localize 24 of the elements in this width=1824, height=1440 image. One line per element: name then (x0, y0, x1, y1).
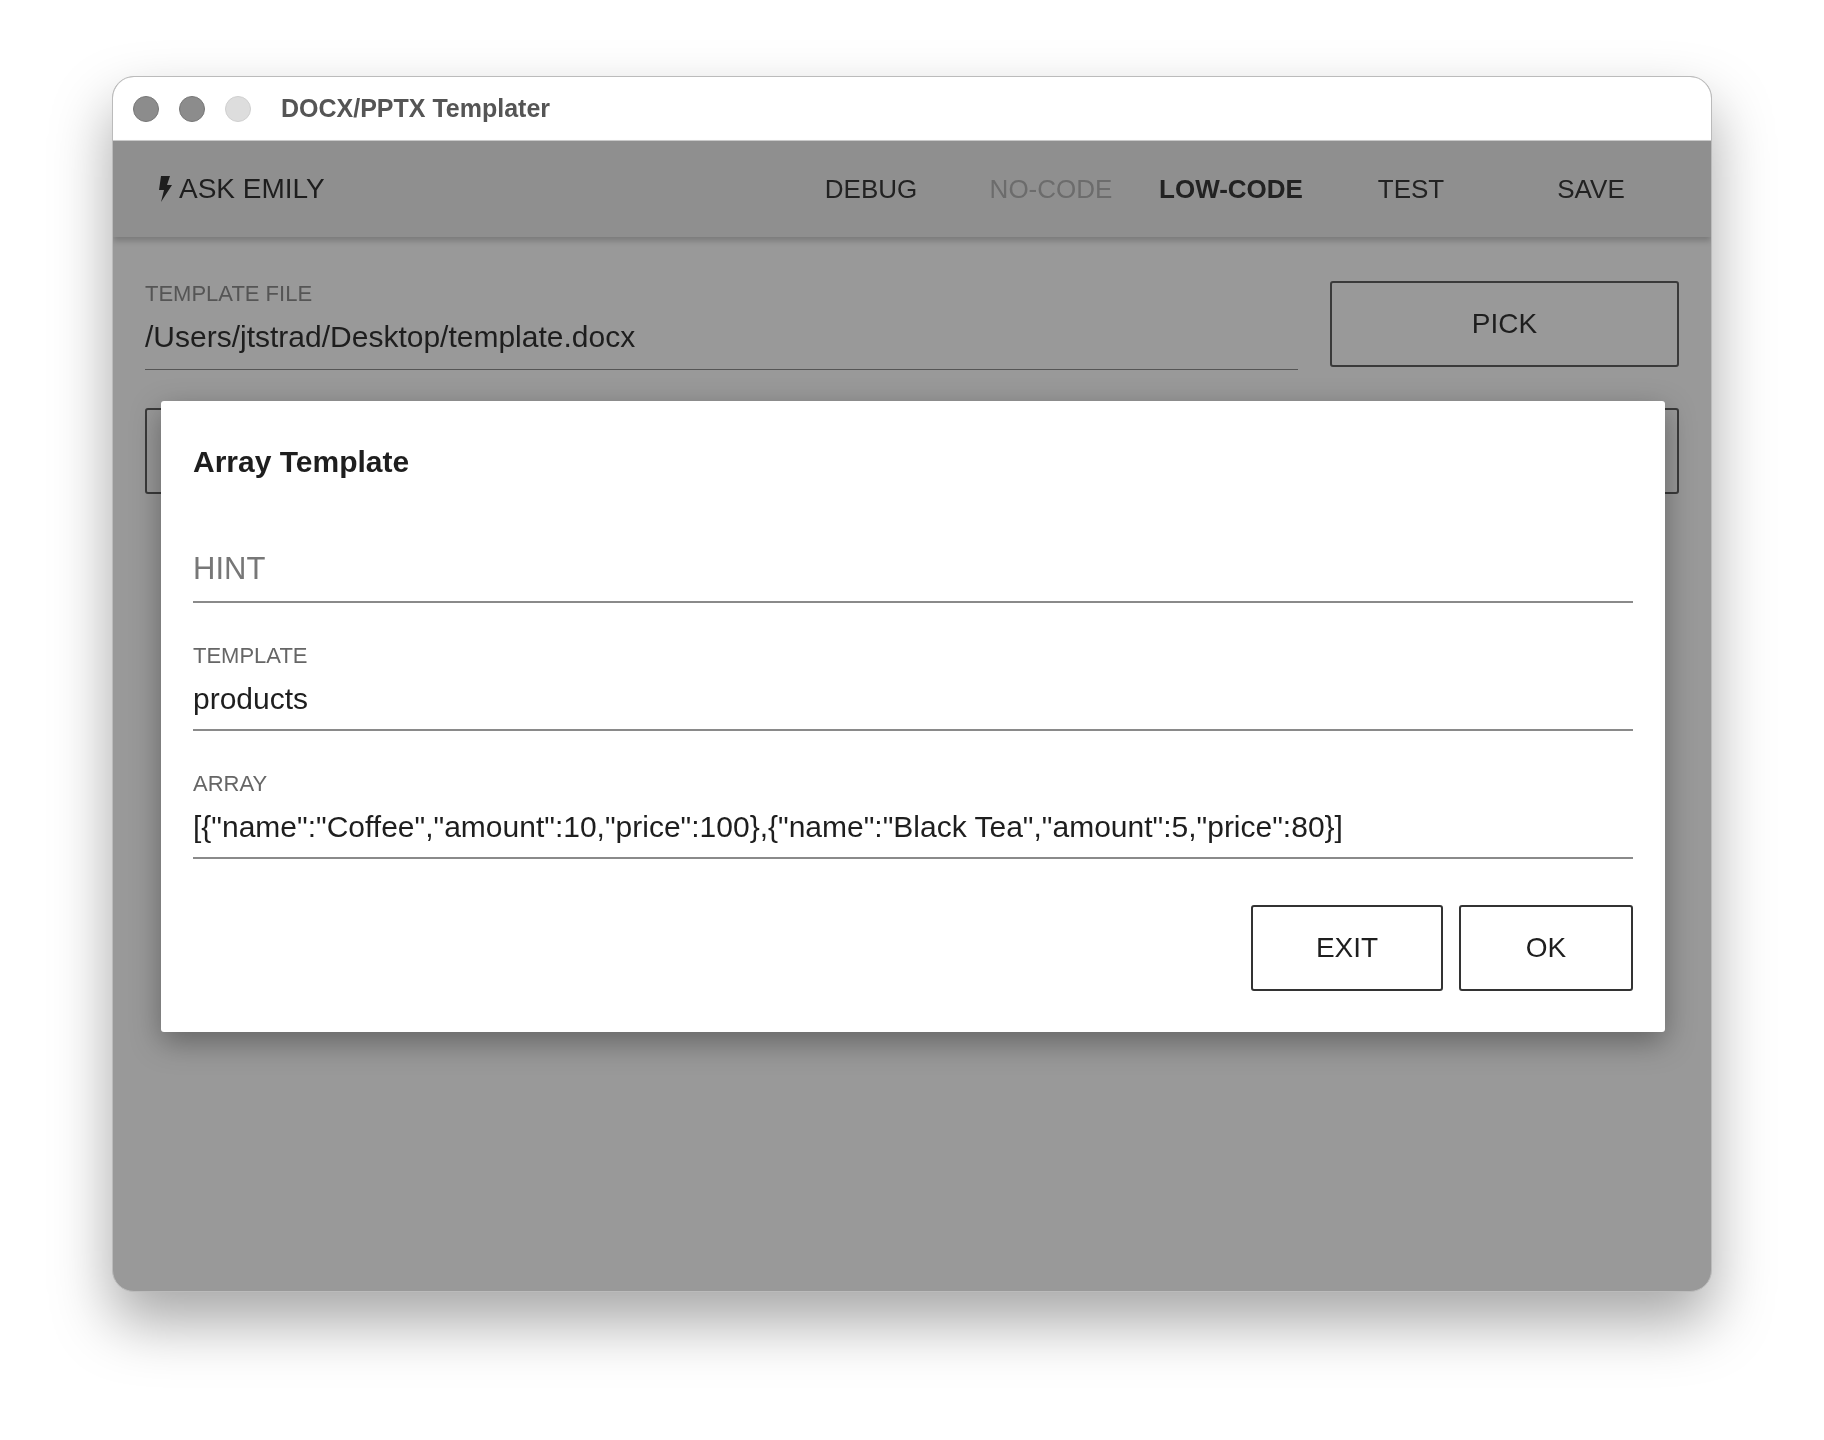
file-path-field[interactable]: TEMPLATE FILE /Users/jtstrad/Desktop/template.docx (145, 277, 1298, 370)
field-value: /Users/jtstrad/Desktop/template.docx (145, 319, 637, 355)
input-field[interactable]: HINT (193, 546, 1633, 603)
toolbar-tab[interactable]: SAVE (1501, 169, 1681, 209)
minimize-button[interactable] (179, 95, 205, 122)
dialog-title: Array Template (193, 444, 411, 480)
field-label: TEMPLATE FILE (145, 280, 314, 308)
toolbar-tab[interactable]: DEBUG (781, 169, 961, 209)
pick-button[interactable]: PICK (1330, 280, 1679, 367)
window-title: DOCX/PPTX Templater (281, 92, 551, 124)
toolbar-tab[interactable]: TEST (1321, 169, 1501, 209)
dialog-button[interactable]: OK (1459, 904, 1633, 991)
dialog-button[interactable]: EXIT (1251, 904, 1443, 991)
field-placeholder: HINT (193, 550, 267, 588)
toolbar-tab[interactable]: LOW-CODE (1141, 169, 1321, 209)
field-label: ARRAY (193, 769, 269, 798)
field-value: [{"name":"Coffee","amount":10,"price":100},{"name":"Black Tea","amount":5,"price":80}] (193, 808, 1344, 845)
field-label: TEMPLATE (193, 641, 309, 670)
ask-button[interactable]: ASK EMILY (157, 168, 325, 210)
field-value: products (193, 680, 310, 717)
input-field[interactable]: ARRAY [{"name":"Coffee","amount":10,"price":100},{"name":"Black Tea","amount":5,"price":80}] (193, 766, 1633, 859)
input-field[interactable]: TEMPLATE products (193, 638, 1633, 731)
lightning-icon (157, 176, 173, 202)
close-button[interactable] (133, 95, 159, 122)
